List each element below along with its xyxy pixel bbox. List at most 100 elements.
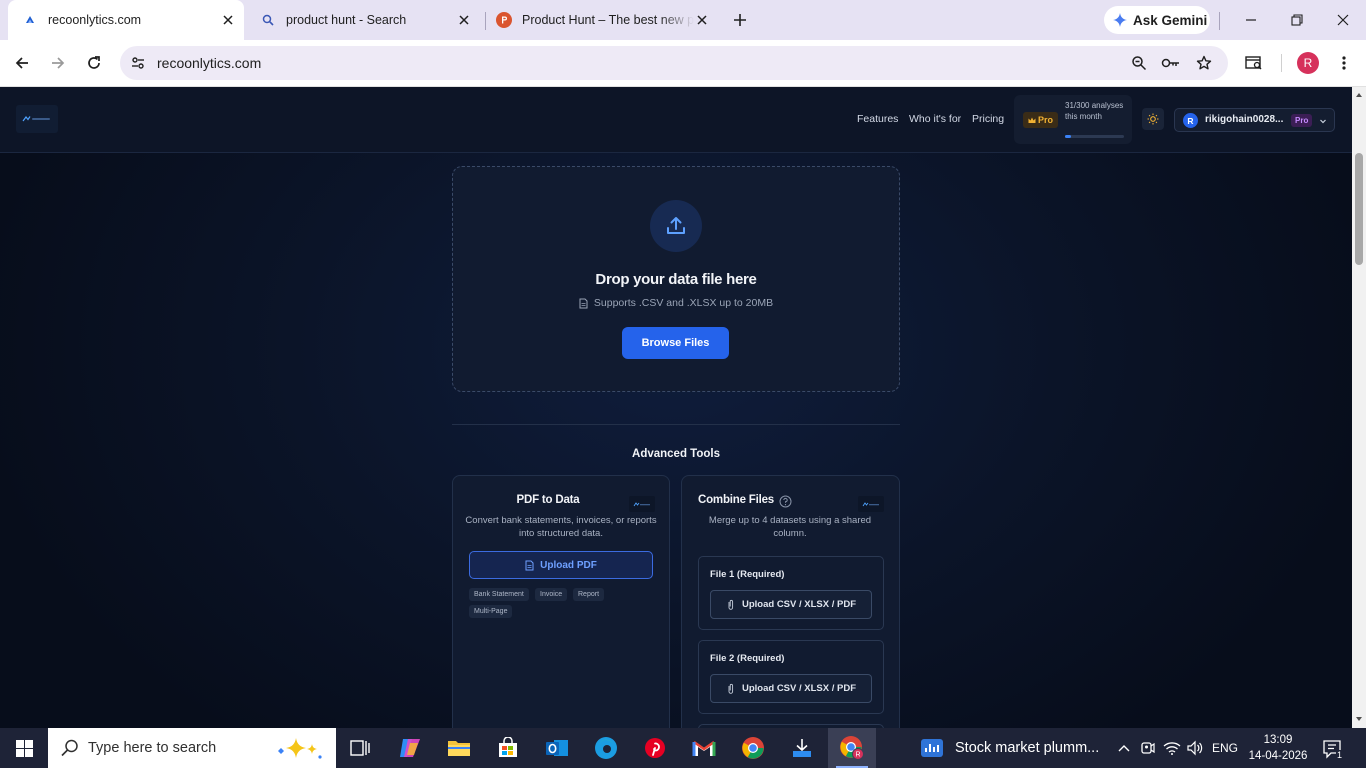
tag-bank-statement: Bank Statement — [469, 588, 529, 601]
notification-center-icon[interactable]: 1 — [1320, 736, 1346, 762]
close-tab-icon[interactable] — [456, 12, 472, 28]
show-hidden-icons-chevron-icon[interactable] — [1114, 738, 1134, 758]
file-icon — [579, 298, 588, 308]
usage-progress-bar — [1065, 135, 1124, 138]
scroll-up-arrow-icon[interactable] — [1355, 91, 1363, 99]
clock-date: 14-04-2026 — [1248, 750, 1308, 762]
stock-news-widget[interactable]: Stock market plumm... — [913, 728, 1110, 768]
volume-icon[interactable] — [1185, 738, 1205, 758]
ask-gemini-button[interactable]: Ask Gemini — [1104, 6, 1210, 34]
scrollbar-thumb[interactable] — [1355, 153, 1363, 265]
page-viewport: Features Who it's for Pricing Pro 31/300… — [0, 87, 1352, 728]
chrome-profile-active-icon[interactable]: R — [828, 728, 876, 768]
password-key-icon[interactable] — [1161, 53, 1181, 73]
section-divider — [452, 424, 900, 425]
ask-gemini-label: Ask Gemini — [1133, 12, 1208, 28]
nav-who-its-for[interactable]: Who it's for — [909, 113, 961, 125]
close-tab-icon[interactable] — [694, 12, 710, 28]
chrome-icon[interactable] — [729, 728, 777, 768]
page-scrollbar[interactable] — [1352, 87, 1366, 728]
address-bar[interactable]: recoonlytics.com — [120, 46, 1228, 80]
meet-now-icon[interactable] — [1138, 738, 1158, 758]
restore-icon[interactable] — [1287, 10, 1307, 30]
stock-chart-icon — [921, 739, 943, 757]
usage-card: Pro 31/300 analyses this month — [1014, 95, 1132, 144]
paperclip-icon — [728, 599, 734, 610]
tag-multi-page: Multi-Page — [469, 605, 513, 618]
copilot-icon[interactable] — [386, 728, 434, 768]
pro-plan-badge: Pro — [1023, 112, 1059, 128]
browse-files-button[interactable]: Browse Files — [622, 327, 729, 359]
pinterest-icon[interactable] — [631, 728, 679, 768]
gemini-sparkle-icon — [1113, 13, 1127, 27]
usage-count-text: 31/300 analyses this month — [1065, 101, 1124, 121]
upload-pdf-button[interactable]: Upload PDF — [469, 551, 653, 579]
dropzone-subtitle-text: Supports .CSV and .XLSX up to 20MB — [593, 297, 774, 309]
file-1-upload-button[interactable]: Upload CSV / XLSX / PDF — [710, 590, 872, 619]
site-info-tune-icon[interactable] — [128, 53, 148, 73]
reload-icon[interactable] — [83, 52, 105, 74]
microsoft-store-icon[interactable] — [484, 728, 532, 768]
file-2-upload-label: Upload CSV / XLSX / PDF — [741, 683, 856, 694]
task-view-icon[interactable] — [336, 728, 384, 768]
nav-pricing[interactable]: Pricing — [972, 113, 1004, 125]
system-clock[interactable]: 13:09 14-04-2026 — [1248, 732, 1308, 764]
browser-menu-icon[interactable] — [1333, 52, 1355, 74]
pdf-to-data-card: PDF to Data Convert bank statements, inv… — [452, 475, 670, 728]
nav-features[interactable]: Features — [857, 113, 898, 125]
scroll-down-arrow-icon[interactable] — [1355, 715, 1363, 723]
close-window-icon[interactable] — [1333, 10, 1353, 30]
outlook-icon[interactable] — [533, 728, 581, 768]
tab-recoonlytics[interactable]: recoonlytics.com — [8, 0, 244, 40]
stock-news-text: Stock market plumm... — [955, 740, 1100, 756]
windows-start-icon[interactable] — [0, 728, 48, 768]
tab-search-icon[interactable] — [1243, 52, 1265, 74]
user-name: rikigohain0028... — [1205, 114, 1284, 125]
dropzone-title: Drop your data file here — [595, 271, 757, 288]
file-icon — [525, 560, 534, 570]
bookmark-star-icon[interactable] — [1194, 53, 1214, 73]
tool-logo-icon — [629, 496, 655, 512]
file-2-label: File 2 (Required) — [710, 653, 785, 664]
url-text[interactable]: recoonlytics.com — [157, 55, 261, 71]
browser-profile-avatar[interactable]: R — [1297, 52, 1319, 74]
gmail-icon[interactable] — [680, 728, 728, 768]
tab-title: Product Hunt – The best new products in … — [522, 13, 694, 27]
tab-product-hunt-search[interactable]: product hunt - Search — [254, 0, 480, 40]
combine-files-title: Combine Files — [698, 494, 774, 506]
help-question-icon[interactable] — [779, 495, 792, 508]
tab-separator — [485, 12, 486, 30]
theme-toggle-sun-icon[interactable] — [1142, 108, 1164, 130]
new-tab-plus-icon[interactable] — [730, 10, 750, 30]
usage-progress-fill — [1065, 135, 1072, 138]
combine-files-card: Combine Files Merge up to 4 datasets usi… — [681, 475, 900, 728]
browser-tab-strip: recoonlytics.com product hunt - Search P… — [0, 0, 1366, 40]
wifi-icon[interactable] — [1162, 738, 1182, 758]
file-2-upload-button[interactable]: Upload CSV / XLSX / PDF — [710, 674, 872, 703]
taskbar-search-box[interactable]: Type here to search — [48, 728, 336, 768]
taskbar-search-placeholder: Type here to search — [88, 740, 217, 756]
downloads-icon[interactable] — [778, 728, 826, 768]
minimize-icon[interactable] — [1241, 10, 1261, 30]
close-tab-icon[interactable] — [220, 12, 236, 28]
file-dropzone[interactable]: Drop your data file here Supports .CSV a… — [452, 166, 900, 392]
notification-count: 1 — [1336, 750, 1344, 760]
tab-title: product hunt - Search — [286, 13, 407, 27]
app-header: Features Who it's for Pricing Pro 31/300… — [0, 87, 1352, 153]
recoonlytics-logo[interactable] — [16, 105, 58, 133]
zoom-icon[interactable] — [1129, 53, 1149, 73]
back-arrow-icon[interactable] — [11, 52, 33, 74]
paperclip-icon — [728, 683, 734, 694]
file-2-slot: File 2 (Required) Upload CSV / XLSX / PD… — [698, 640, 884, 714]
pro-badge-label: Pro — [1038, 115, 1054, 125]
input-language[interactable]: ENG — [1212, 741, 1238, 755]
chevron-down-icon — [1320, 119, 1326, 124]
user-menu-button[interactable]: R rikigohain0028... Pro — [1174, 108, 1335, 132]
tab-product-hunt[interactable]: Product Hunt – The best new products in … — [490, 0, 718, 40]
tag-report: Report — [573, 588, 605, 601]
file-explorer-icon[interactable] — [435, 728, 483, 768]
search-icon — [61, 739, 78, 757]
edge-icon[interactable] — [582, 728, 630, 768]
forward-arrow-icon[interactable] — [47, 52, 69, 74]
clock-time: 13:09 — [1263, 734, 1293, 746]
